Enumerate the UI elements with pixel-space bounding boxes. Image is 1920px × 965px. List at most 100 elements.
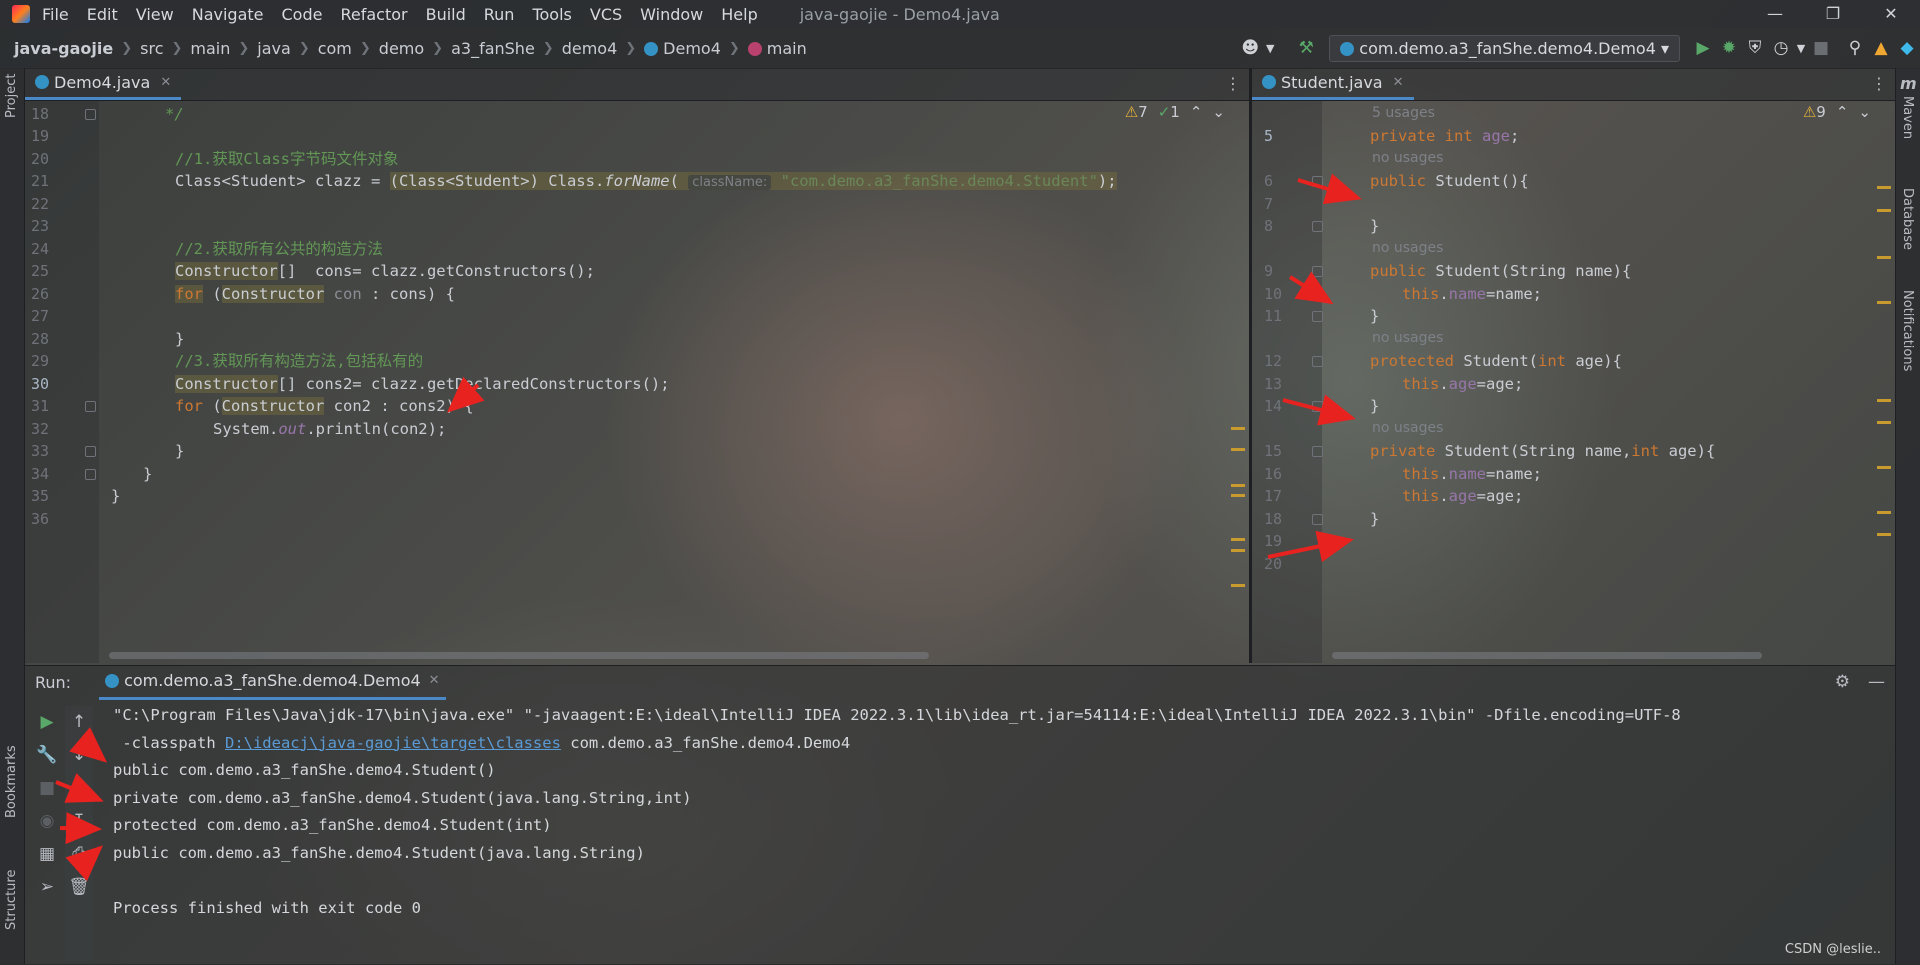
profile-icon[interactable]: ◷ bbox=[1768, 38, 1794, 58]
breadcrumb-java[interactable]: java bbox=[257, 39, 291, 58]
menu-run[interactable]: Run bbox=[484, 5, 515, 24]
menu-build[interactable]: Build bbox=[426, 5, 466, 24]
up-arrow-icon[interactable]: ↑ bbox=[65, 706, 93, 739]
menu-help[interactable]: Help bbox=[721, 5, 757, 24]
menu-view[interactable]: View bbox=[136, 5, 174, 24]
menu-edit[interactable]: Edit bbox=[87, 5, 118, 24]
error-stripe-marker[interactable] bbox=[1231, 448, 1245, 451]
dropdown-arrow-icon[interactable]: ▼ bbox=[1794, 42, 1808, 55]
tab-student-java[interactable]: Student.java ✕ bbox=[1252, 67, 1414, 100]
error-stripe-marker[interactable] bbox=[1877, 421, 1891, 424]
error-stripe-marker[interactable] bbox=[1877, 209, 1891, 212]
code-area[interactable]: ⚠9 ⌃ ⌄ 5 usages 5 private int age; no usa… bbox=[1252, 101, 1895, 663]
breadcrumb-demo4[interactable]: demo4 bbox=[562, 39, 618, 58]
menu-navigate[interactable]: Navigate bbox=[192, 5, 264, 24]
menu-file[interactable]: File bbox=[42, 5, 69, 24]
horizontal-scrollbar[interactable] bbox=[1332, 652, 1762, 659]
inspection-widget[interactable]: ⚠9 ⌃ ⌄ bbox=[1803, 103, 1871, 121]
tool-window-database[interactable]: Database bbox=[1900, 188, 1915, 250]
print-icon[interactable]: ⎙ bbox=[65, 838, 93, 871]
error-stripe-marker[interactable] bbox=[1231, 549, 1245, 552]
camera-icon[interactable]: ◉ bbox=[33, 805, 61, 838]
debug-icon[interactable]: ✹ bbox=[1716, 38, 1742, 58]
fold-icon[interactable] bbox=[1312, 311, 1323, 322]
close-icon[interactable]: ✕ bbox=[160, 75, 171, 90]
error-stripe-marker[interactable] bbox=[1877, 301, 1891, 304]
breadcrumb-method-main[interactable]: main bbox=[747, 39, 807, 58]
error-stripe-marker[interactable] bbox=[1877, 466, 1891, 469]
usages-hint[interactable]: no usages bbox=[1372, 330, 1443, 346]
error-stripe-marker[interactable] bbox=[1231, 494, 1245, 497]
tool-window-notifications[interactable]: Notifications bbox=[1900, 290, 1915, 371]
wrench-icon[interactable]: 🔧 bbox=[33, 739, 61, 772]
search-icon[interactable]: ⚲ bbox=[1842, 38, 1868, 58]
restore-window-button[interactable]: ❐ bbox=[1804, 0, 1862, 28]
breadcrumb-main[interactable]: main bbox=[190, 39, 230, 58]
error-stripe-marker[interactable] bbox=[1877, 186, 1891, 189]
tab-demo4-java[interactable]: Demo4.java ✕ bbox=[25, 67, 182, 100]
error-stripe-marker[interactable] bbox=[1231, 427, 1245, 430]
fold-icon[interactable] bbox=[85, 109, 96, 120]
error-stripe-marker[interactable] bbox=[1231, 538, 1245, 541]
update-icon[interactable]: ▲ bbox=[1868, 38, 1894, 58]
gear-icon[interactable]: ⚙ bbox=[1835, 672, 1850, 692]
menu-tools[interactable]: Tools bbox=[532, 5, 571, 24]
console-output[interactable]: "C:\Program Files\Java\jdk-17\bin\java.e… bbox=[113, 702, 1895, 922]
fold-icon[interactable] bbox=[1312, 356, 1323, 367]
breadcrumb-a3-fanshe[interactable]: a3_fanShe bbox=[451, 39, 535, 58]
fold-icon[interactable] bbox=[1312, 401, 1323, 412]
fold-icon[interactable] bbox=[1312, 176, 1323, 187]
minimize-icon[interactable]: — bbox=[1868, 672, 1885, 692]
tool-window-structure[interactable]: Structure bbox=[4, 870, 19, 930]
fold-icon[interactable] bbox=[85, 469, 96, 480]
ide-toolbox-icon[interactable]: ◆ bbox=[1894, 38, 1920, 58]
run-icon[interactable]: ▶ bbox=[1690, 38, 1716, 58]
more-vertical-icon[interactable]: ⋮ bbox=[1225, 74, 1241, 93]
close-icon[interactable]: ✕ bbox=[1393, 75, 1404, 90]
hammer-icon[interactable]: ⚒ bbox=[1293, 38, 1319, 58]
error-stripe-marker[interactable] bbox=[1231, 584, 1245, 587]
scroll-end-icon[interactable]: ↧ bbox=[65, 805, 93, 838]
menu-window[interactable]: Window bbox=[640, 5, 703, 24]
stop-icon[interactable]: ■ bbox=[1808, 38, 1834, 58]
menu-vcs[interactable]: VCS bbox=[590, 5, 622, 24]
more-vertical-icon[interactable]: ⋮ bbox=[1871, 74, 1887, 93]
next-highlight-icon[interactable]: ⌄ bbox=[1858, 103, 1871, 121]
minimize-window-button[interactable]: — bbox=[1746, 0, 1804, 28]
error-stripe-marker[interactable] bbox=[1231, 484, 1245, 487]
user-icon[interactable]: ☻ bbox=[1237, 38, 1263, 58]
error-stripe-marker[interactable] bbox=[1877, 511, 1891, 514]
soft-wrap-icon[interactable]: ≡ bbox=[65, 772, 93, 805]
usages-hint[interactable]: 5 usages bbox=[1372, 105, 1435, 121]
breadcrumb-com[interactable]: com bbox=[318, 39, 352, 58]
fold-icon[interactable] bbox=[85, 401, 96, 412]
close-icon[interactable]: ✕ bbox=[429, 673, 440, 688]
breadcrumb-class-demo4[interactable]: Demo4 bbox=[644, 39, 721, 58]
fold-icon[interactable] bbox=[1312, 446, 1323, 457]
tool-window-maven[interactable]: Maven bbox=[1900, 96, 1915, 139]
breadcrumb-src[interactable]: src bbox=[140, 39, 163, 58]
rerun-icon[interactable]: ▶ bbox=[33, 706, 61, 739]
dropdown-arrow-icon[interactable]: ▼ bbox=[1263, 42, 1277, 55]
tool-window-bookmarks[interactable]: Bookmarks bbox=[4, 745, 19, 818]
breadcrumb-demo[interactable]: demo bbox=[379, 39, 424, 58]
tool-window-project[interactable]: Project bbox=[4, 74, 19, 118]
coverage-icon[interactable]: ⛨ bbox=[1742, 38, 1768, 58]
pin-icon[interactable]: ➢ bbox=[33, 871, 61, 904]
trash-icon[interactable]: 🗑 bbox=[65, 871, 93, 904]
fold-icon[interactable] bbox=[85, 446, 96, 457]
menu-refactor[interactable]: Refactor bbox=[340, 5, 407, 24]
run-tab-demo4[interactable]: com.demo.a3_fanShe.demo4.Demo4 ✕ bbox=[99, 665, 446, 700]
error-stripe-marker[interactable] bbox=[1877, 399, 1891, 402]
error-stripe-marker[interactable] bbox=[1877, 533, 1891, 536]
usages-hint[interactable]: no usages bbox=[1372, 240, 1443, 256]
down-arrow-icon[interactable]: ↓ bbox=[65, 739, 93, 772]
menu-code[interactable]: Code bbox=[282, 5, 323, 24]
prev-highlight-icon[interactable]: ⌃ bbox=[1836, 103, 1849, 121]
run-configuration-select[interactable]: com.demo.a3_fanShe.demo4.Demo4 ▾ bbox=[1329, 34, 1680, 62]
usages-hint[interactable]: no usages bbox=[1372, 420, 1443, 436]
classpath-link[interactable]: D:\ideacj\java-gaojie\target\classes bbox=[225, 734, 561, 752]
layout-icon[interactable]: ▦ bbox=[33, 838, 61, 871]
horizontal-scrollbar[interactable] bbox=[109, 652, 929, 659]
usages-hint[interactable]: no usages bbox=[1372, 150, 1443, 166]
